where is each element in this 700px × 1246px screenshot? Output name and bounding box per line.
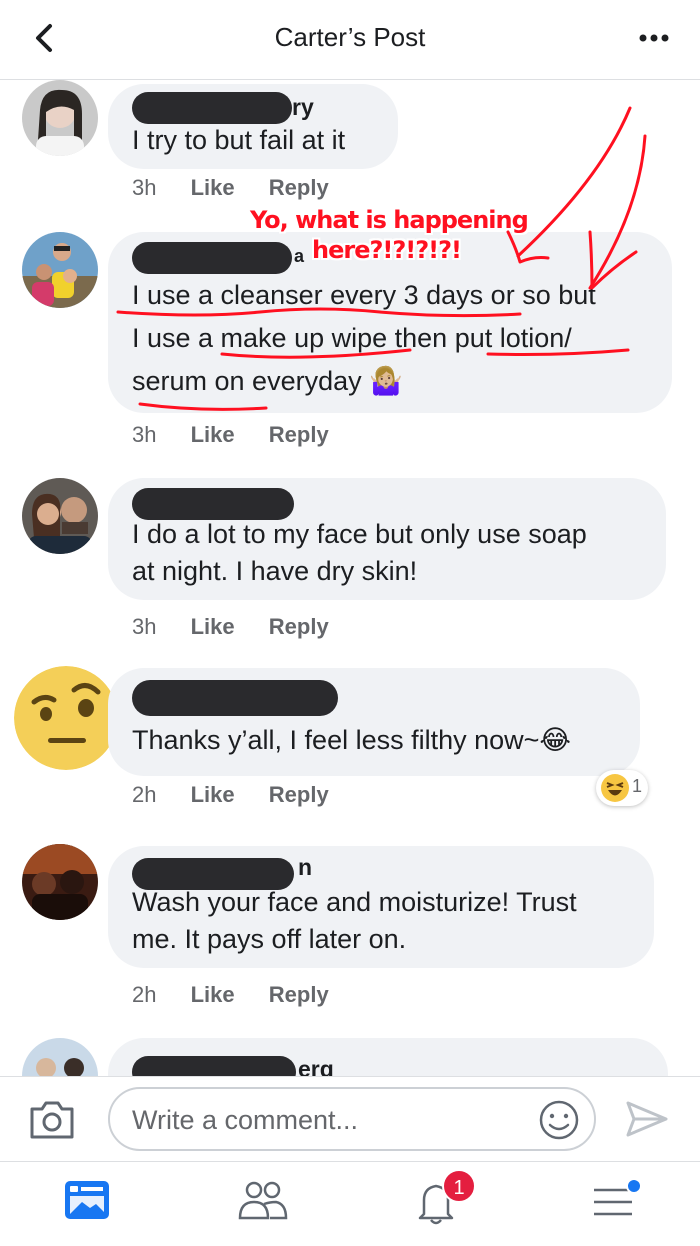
avatar[interactable] [14,666,118,770]
more-icon [639,34,669,42]
nav-friends[interactable] [234,1178,294,1232]
redaction-bar [132,488,294,520]
annotation-line-1: Yo, what is happening [250,206,529,234]
comment-actions: 2h Like Reply [132,982,357,1008]
comment-actions: 3h Like Reply [132,614,357,640]
camera-button[interactable] [28,1097,76,1141]
post-header: Carter’s Post [0,0,700,80]
avatar[interactable] [22,844,98,920]
comment-text: Thanks y’all, I feel less filthy now~😂 [132,725,571,755]
page-title: Carter’s Post [274,22,426,52]
commenter-name[interactable]: ry [132,92,374,124]
laughing-reaction-icon [601,774,629,802]
comment-input[interactable] [132,1101,522,1139]
more-options-button[interactable] [636,24,672,52]
comment-text: I do a lot to my face but only use soap … [132,519,587,586]
reaction-summary[interactable]: 1 [596,770,648,806]
comment-bubble[interactable]: I do a lot to my face but only use soap … [108,478,666,600]
comment-time: 2h [132,982,157,1007]
comment-bubble[interactable]: ry I try to but fail at it [108,84,398,169]
comment-composer [0,1076,700,1162]
like-button[interactable]: Like [191,422,235,447]
notification-badge: 1 [442,1169,476,1203]
avatar[interactable] [22,478,98,554]
comment-actions: 3h Like Reply [132,175,357,201]
commenter-name[interactable] [132,678,616,716]
redaction-bar [132,858,294,890]
comment-field[interactable] [108,1087,596,1151]
comment-bubble[interactable]: Thanks y’all, I feel less filthy now~😂 [108,668,640,776]
nav-news-feed[interactable] [62,1178,122,1232]
reaction-count: 1 [632,776,643,796]
comment-time: 3h [132,422,157,447]
comment-text: I try to but fail at it [132,125,346,155]
comment-text: I use a cleanser every 3 days or so but … [132,280,596,396]
comment-actions: 3h Like Reply [132,422,357,448]
redaction-bar [132,92,292,124]
reply-button[interactable]: Reply [269,982,329,1007]
comment-text: Wash your face and moisturize! Trust me.… [132,887,577,954]
avatar[interactable] [22,1038,98,1076]
news-feed-icon [65,1181,109,1219]
comment-time: 3h [132,614,157,639]
redaction-bar [132,242,292,274]
comment-actions: 2h Like Reply [132,782,357,808]
commenter-name[interactable]: n [132,854,630,890]
reply-button[interactable]: Reply [269,614,329,639]
redaction-bar [132,1056,296,1076]
reply-button[interactable]: Reply [269,782,329,807]
like-button[interactable]: Like [191,614,235,639]
redaction-bar [132,680,338,716]
raised-eyebrow-emoji [14,666,118,770]
like-button[interactable]: Like [191,175,235,200]
commenter-name[interactable] [132,486,642,520]
send-icon [626,1101,668,1137]
like-button[interactable]: Like [191,982,235,1007]
comment-time: 3h [132,175,157,200]
smiley-icon [539,1100,579,1140]
comment-bubble[interactable]: n Wash your face and moisturize! Trust m… [108,846,654,968]
camera-icon [30,1101,74,1139]
reply-button[interactable]: Reply [269,422,329,447]
comment-bubble[interactable]: erg [108,1038,668,1076]
avatar[interactable] [22,80,98,156]
send-button[interactable] [624,1097,670,1141]
annotation-line-2: here?!?!?!?! [312,236,462,264]
menu-unread-dot [626,1178,642,1194]
reply-button[interactable]: Reply [269,175,329,200]
emoji-button[interactable] [538,1099,580,1141]
friends-icon [238,1181,288,1220]
avatar[interactable] [22,232,98,308]
like-button[interactable]: Like [191,782,235,807]
commenter-name[interactable]: erg [132,1046,644,1076]
comment-time: 2h [132,782,157,807]
bottom-navigation [0,1162,700,1246]
